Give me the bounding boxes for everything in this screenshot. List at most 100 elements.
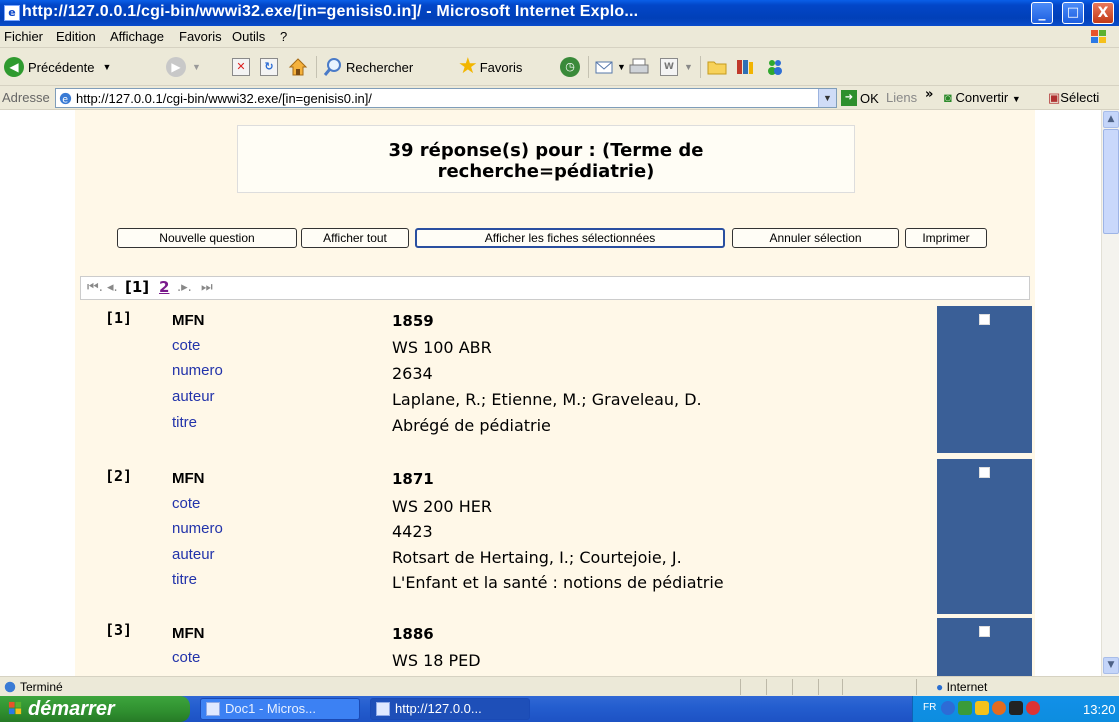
new-question-button[interactable]: Nouvelle question bbox=[117, 228, 297, 248]
mail-button[interactable]: ▼ bbox=[594, 57, 626, 77]
field-value: Abrégé de pédiatrie bbox=[392, 416, 551, 435]
messenger-button[interactable] bbox=[764, 57, 786, 77]
scroll-thumb[interactable] bbox=[1103, 129, 1119, 234]
stop-icon: ✕ bbox=[232, 58, 250, 76]
next-page-icon[interactable]: .▸. bbox=[177, 280, 192, 295]
maximize-button[interactable]: □ bbox=[1062, 2, 1084, 24]
stop-button[interactable]: ✕ bbox=[232, 57, 250, 77]
print-toolbar-button[interactable] bbox=[628, 57, 650, 77]
address-dropdown-icon[interactable]: ▼ bbox=[818, 89, 836, 107]
status-divider bbox=[766, 679, 767, 695]
language-indicator[interactable]: FR bbox=[923, 702, 936, 713]
record-item: [2] MFN 1871 cote WS 200 HER numero 4423… bbox=[75, 459, 1035, 614]
field-label: cote bbox=[172, 495, 201, 512]
folder-button[interactable] bbox=[706, 57, 728, 77]
tray-security-icon[interactable] bbox=[992, 701, 1006, 715]
tray-app-icon[interactable] bbox=[958, 701, 972, 715]
page-2-link[interactable]: 2 bbox=[159, 278, 169, 296]
field-label: cote bbox=[172, 337, 201, 354]
field-label: MFN bbox=[172, 312, 205, 329]
tray-alert-icon[interactable] bbox=[1026, 701, 1040, 715]
field-label: numero bbox=[172, 520, 223, 537]
taskbar-item-doc1[interactable]: Doc1 - Micros... bbox=[200, 698, 360, 720]
status-bar: Terminé ● Internet bbox=[0, 676, 1119, 696]
back-dropdown-icon[interactable]: ▼ bbox=[103, 62, 112, 72]
print-button[interactable]: Imprimer bbox=[905, 228, 987, 248]
results-header-line1: 39 réponse(s) pour : (Terme de bbox=[388, 140, 704, 161]
pagination: ⏮. ◂. [1] 2 .▸. ⏭ bbox=[80, 276, 1030, 300]
links-label[interactable]: Liens bbox=[886, 90, 917, 105]
title-bar[interactable]: e http://127.0.0.1/cgi-bin/wwwi32.exe/[i… bbox=[0, 0, 1119, 26]
back-label: Précédente bbox=[28, 59, 95, 75]
vertical-scrollbar[interactable]: ▲ ▼ bbox=[1101, 110, 1119, 676]
menu-favoris[interactable]: Favoris bbox=[179, 29, 222, 44]
status-divider bbox=[818, 679, 819, 695]
minimize-button[interactable]: _ bbox=[1031, 2, 1053, 24]
edit-dropdown-icon[interactable]: ▼ bbox=[684, 62, 693, 72]
show-selected-button[interactable]: Afficher les fiches sélectionnées bbox=[415, 228, 725, 248]
select-button[interactable]: ▣Sélecti bbox=[1048, 90, 1099, 106]
toolbar-separator bbox=[316, 56, 317, 78]
close-button[interactable]: X bbox=[1092, 2, 1114, 24]
select-icon: ▣ bbox=[1048, 90, 1061, 105]
tray-star-icon[interactable] bbox=[975, 701, 989, 715]
menu-edition[interactable]: Edition bbox=[56, 29, 96, 44]
prev-page-icon[interactable]: ◂. bbox=[107, 280, 118, 295]
search-button[interactable]: Rechercher bbox=[323, 57, 413, 77]
back-button[interactable]: ◀ Précédente ▼ bbox=[4, 57, 111, 77]
select-checkbox[interactable] bbox=[979, 314, 990, 325]
windows-logo-icon bbox=[1091, 30, 1106, 43]
results-header: 39 réponse(s) pour : (Terme de recherche… bbox=[237, 125, 855, 193]
select-checkbox[interactable] bbox=[979, 467, 990, 478]
menu-help[interactable]: ? bbox=[280, 29, 287, 44]
research-button[interactable] bbox=[734, 57, 756, 77]
field-label: auteur bbox=[172, 388, 215, 405]
scroll-up-icon[interactable]: ▲ bbox=[1103, 111, 1119, 128]
selection-column bbox=[937, 306, 1032, 453]
mail-dropdown-icon[interactable]: ▼ bbox=[617, 62, 626, 72]
convert-button[interactable]: ◙ Convertir ▼ bbox=[944, 90, 1021, 105]
field-value: 1871 bbox=[392, 470, 434, 488]
first-page-icon[interactable]: ⏮. bbox=[87, 280, 103, 295]
favorites-button[interactable]: ★ Favoris bbox=[458, 54, 523, 79]
record-item: [1] MFN 1859 cote WS 100 ABR numero 2634… bbox=[75, 304, 1035, 453]
taskbar-item-ie[interactable]: http://127.0.0... bbox=[370, 698, 530, 720]
start-button[interactable]: démarrer bbox=[0, 696, 190, 722]
window-title: http://127.0.0.1/cgi-bin/wwwi32.exe/[in=… bbox=[22, 3, 639, 20]
field-value: Rotsart de Hertaing, I.; Courtejoie, J. bbox=[392, 548, 682, 567]
field-value: WS 200 HER bbox=[392, 497, 492, 516]
network-icon[interactable] bbox=[941, 701, 955, 715]
results-header-line2: recherche=pédiatrie) bbox=[437, 161, 655, 182]
menu-outils[interactable]: Outils bbox=[232, 29, 265, 44]
record-item: [3] MFN 1886 cote WS 18 PED bbox=[75, 618, 1035, 676]
record-number: [2] bbox=[105, 467, 133, 485]
tray-monitor-icon[interactable] bbox=[1009, 701, 1023, 715]
links-chevron-icon[interactable]: » bbox=[925, 87, 933, 102]
edit-button[interactable]: W ▼ bbox=[660, 57, 693, 77]
favorites-label: Favoris bbox=[479, 59, 523, 75]
star-icon: ★ bbox=[458, 54, 478, 79]
scroll-down-icon[interactable]: ▼ bbox=[1103, 657, 1119, 674]
toolbar: ◀ Précédente ▼ ▶ ▼ ✕ ↻ Rechercher ★ Favo… bbox=[0, 48, 1119, 86]
forward-button[interactable]: ▶ ▼ bbox=[166, 57, 201, 77]
last-page-icon[interactable]: ⏭ bbox=[201, 280, 213, 295]
history-button[interactable]: ◷ bbox=[560, 57, 580, 77]
go-button[interactable]: ➜ OK bbox=[841, 90, 879, 106]
refresh-button[interactable]: ↻ bbox=[260, 57, 278, 77]
cancel-selection-button[interactable]: Annuler sélection bbox=[732, 228, 899, 248]
field-value: 1859 bbox=[392, 312, 434, 330]
select-checkbox[interactable] bbox=[979, 626, 990, 637]
ie-page-icon: e bbox=[59, 92, 72, 105]
forward-dropdown-icon[interactable]: ▼ bbox=[192, 62, 201, 72]
address-input[interactable]: e http://127.0.0.1/cgi-bin/wwwi32.exe/[i… bbox=[55, 88, 837, 108]
convert-label: Convertir bbox=[955, 90, 1009, 105]
menu-affichage[interactable]: Affichage bbox=[110, 29, 164, 44]
forward-arrow-icon: ▶ bbox=[166, 57, 186, 77]
status-divider bbox=[842, 679, 843, 695]
show-all-button[interactable]: Afficher tout bbox=[301, 228, 409, 248]
zone-label: Internet bbox=[946, 680, 988, 694]
home-button[interactable] bbox=[288, 57, 308, 77]
menu-fichier[interactable]: Fichier bbox=[4, 29, 43, 44]
messenger-icon bbox=[768, 60, 782, 75]
convert-dropdown-icon[interactable]: ▼ bbox=[1012, 94, 1021, 104]
